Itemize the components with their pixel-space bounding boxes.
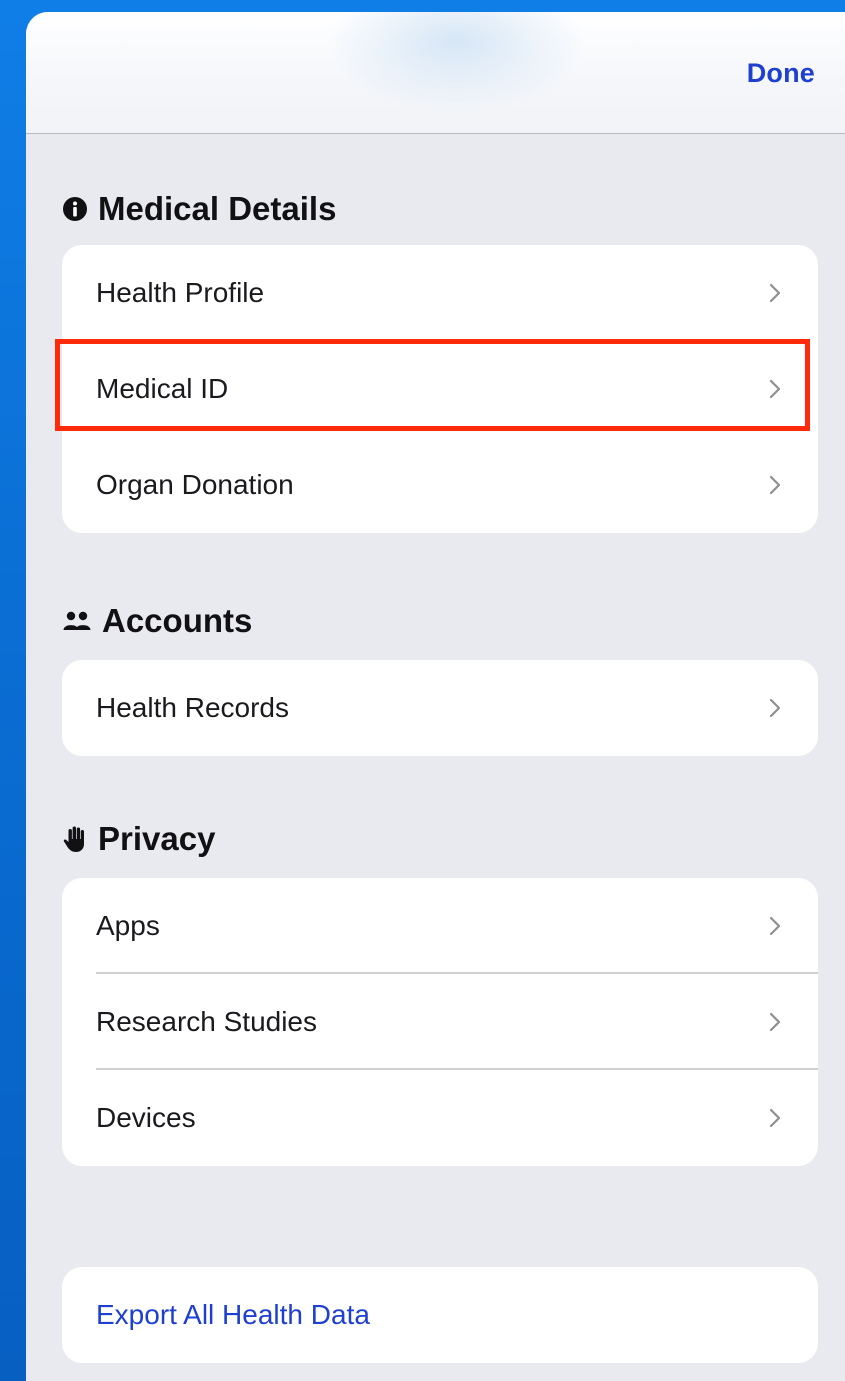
chevron-right-icon — [769, 916, 781, 936]
list-item-apps[interactable]: Apps — [62, 878, 818, 974]
chevron-right-icon — [769, 1012, 781, 1032]
list-item-medical-id[interactable]: Medical ID — [62, 341, 818, 437]
privacy-card: Apps Research Studies Devices — [62, 878, 818, 1166]
list-item-health-profile[interactable]: Health Profile — [62, 245, 818, 341]
list-item-label: Devices — [96, 1102, 196, 1133]
navbar-glow — [326, 12, 586, 112]
list-item-label: Organ Donation — [96, 469, 294, 500]
chevron-right-icon — [769, 379, 781, 399]
list-item-label: Health Records — [96, 692, 289, 723]
settings-sheet: Done Medical Details Health Profile Medi… — [26, 12, 845, 1381]
list-item-label: Health Profile — [96, 277, 265, 308]
list-item-label: Research Studies — [96, 1006, 318, 1037]
list-item-health-records[interactable]: Health Records — [62, 660, 818, 756]
export-label: Export All Health Data — [96, 1299, 370, 1330]
section-header-privacy: Privacy — [62, 820, 215, 858]
hand-icon — [63, 826, 84, 852]
section-header-medical-details: Medical Details — [62, 190, 336, 228]
navigation-bar: Done — [26, 12, 845, 134]
info-circle-icon — [63, 197, 87, 221]
chevron-right-icon — [769, 283, 781, 303]
chevron-right-icon — [769, 475, 781, 495]
section-title-privacy: Privacy — [98, 820, 216, 857]
chevron-right-icon — [769, 1108, 781, 1128]
list-item-label: Apps — [96, 910, 160, 941]
export-all-health-data-button[interactable]: Export All Health Data — [62, 1267, 818, 1363]
list-item-devices[interactable]: Devices — [62, 1070, 818, 1166]
export-card: Export All Health Data — [62, 1267, 818, 1363]
section-header-accounts: Accounts — [62, 602, 252, 640]
list-item-research-studies[interactable]: Research Studies — [62, 974, 818, 1070]
people-icon — [63, 611, 91, 630]
list-item-label: Medical ID — [96, 373, 229, 404]
accounts-card: Health Records — [62, 660, 818, 756]
medical-details-card: Health Profile Medical ID Organ Donation — [62, 245, 818, 533]
chevron-right-icon — [769, 698, 781, 718]
done-button[interactable]: Done — [747, 58, 815, 89]
section-title-medical-details: Medical Details — [98, 190, 337, 227]
section-title-accounts: Accounts — [102, 602, 253, 639]
list-item-organ-donation[interactable]: Organ Donation — [62, 437, 818, 533]
